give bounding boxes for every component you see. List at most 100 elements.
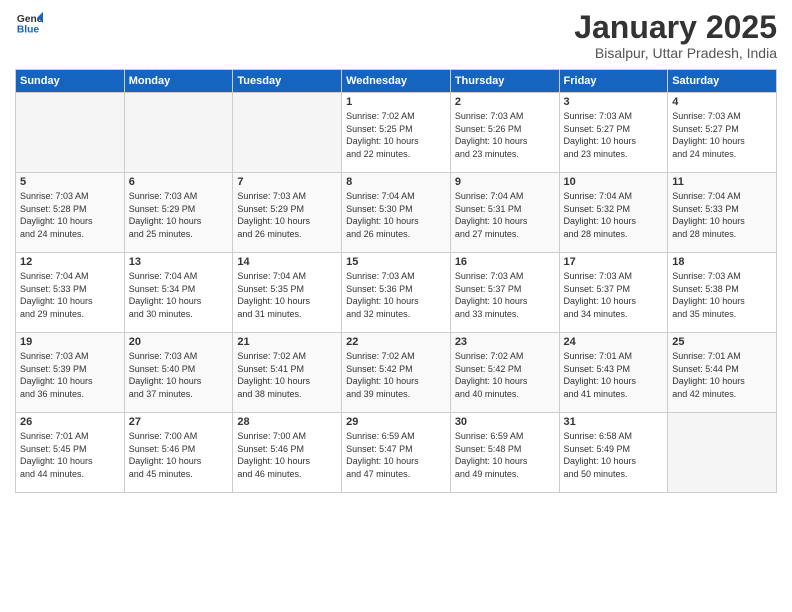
day-number: 21	[237, 336, 337, 348]
day-number: 16	[455, 256, 555, 268]
day-number: 26	[20, 416, 120, 428]
day-number: 30	[455, 416, 555, 428]
table-row: 5Sunrise: 7:03 AM Sunset: 5:28 PM Daylig…	[16, 173, 125, 253]
col-tuesday: Tuesday	[233, 70, 342, 93]
calendar-week-row: 26 Sunrise: 7:01 AM Sunset: 5:45 PM Dayli…	[16, 413, 777, 493]
day-info: Sunrise: 7:03 AM Sunset: 5:38 PM Dayligh…	[672, 270, 772, 320]
day-info: Sunrise: 6:59 AM Sunset: 5:47 PM Dayligh…	[346, 430, 446, 480]
table-row: 27Sunrise: 7:00 AM Sunset: 5:46 PM Dayli…	[124, 413, 233, 493]
day-info: Sunrise: 7:04 AM Sunset: 5:31 PM Dayligh…	[455, 190, 555, 240]
day-info: Sunrise: 7:03 AM Sunset: 5:29 PM Dayligh…	[237, 190, 337, 240]
table-row	[16, 93, 125, 173]
day-number: 9	[455, 176, 555, 188]
table-row	[124, 93, 233, 173]
col-wednesday: Wednesday	[342, 70, 451, 93]
table-row: 19 Sunrise: 7:03 AM Sunset: 5:39 PM Dayli…	[16, 333, 125, 413]
day-info: Sunrise: 7:01 AM Sunset: 5:45 PM Dayligh…	[20, 430, 120, 480]
table-row: 3Sunrise: 7:03 AM Sunset: 5:27 PM Daylig…	[559, 93, 668, 173]
calendar-week-row: 5Sunrise: 7:03 AM Sunset: 5:28 PM Daylig…	[16, 173, 777, 253]
table-row: 21 Sunrise: 7:02 AM Sunset: 5:41 PM Dayli…	[233, 333, 342, 413]
day-number: 8	[346, 176, 446, 188]
table-row: 13 Sunrise: 7:04 AM Sunset: 5:34 PM Dayli…	[124, 253, 233, 333]
day-info: Sunrise: 7:03 AM Sunset: 5:37 PM Dayligh…	[564, 270, 664, 320]
table-row: 26 Sunrise: 7:01 AM Sunset: 5:45 PM Dayli…	[16, 413, 125, 493]
day-info: Sunrise: 7:02 AM Sunset: 5:41 PM Dayligh…	[237, 350, 337, 400]
day-number: 28	[237, 416, 337, 428]
day-info: Sunrise: 7:02 AM Sunset: 5:25 PM Dayligh…	[346, 110, 446, 160]
day-info: Sunrise: 6:59 AM Sunset: 5:48 PM Dayligh…	[455, 430, 555, 480]
day-number: 12	[20, 256, 120, 268]
day-info: Sunrise: 7:00 AM Sunset: 5:46 PM Dayligh…	[237, 430, 337, 480]
day-info: Sunrise: 7:03 AM Sunset: 5:37 PM Dayligh…	[455, 270, 555, 320]
day-info: Sunrise: 7:03 AM Sunset: 5:39 PM Dayligh…	[20, 350, 120, 400]
calendar-container: General Blue January 2025 Bisalpur, Utta…	[0, 0, 792, 612]
day-info: Sunrise: 7:04 AM Sunset: 5:30 PM Dayligh…	[346, 190, 446, 240]
day-number: 20	[129, 336, 229, 348]
col-thursday: Thursday	[450, 70, 559, 93]
day-info: Sunrise: 7:01 AM Sunset: 5:43 PM Dayligh…	[564, 350, 664, 400]
logo: General Blue	[15, 10, 43, 38]
col-saturday: Saturday	[668, 70, 777, 93]
table-row	[668, 413, 777, 493]
day-number: 4	[672, 96, 772, 108]
table-row: 17 Sunrise: 7:03 AM Sunset: 5:37 PM Dayli…	[559, 253, 668, 333]
table-row: 30 Sunrise: 6:59 AM Sunset: 5:48 PM Dayli…	[450, 413, 559, 493]
col-sunday: Sunday	[16, 70, 125, 93]
day-number: 2	[455, 96, 555, 108]
table-row	[233, 93, 342, 173]
day-number: 17	[564, 256, 664, 268]
table-row: 10 Sunrise: 7:04 AM Sunset: 5:32 PM Dayli…	[559, 173, 668, 253]
col-friday: Friday	[559, 70, 668, 93]
table-row: 29 Sunrise: 6:59 AM Sunset: 5:47 PM Dayli…	[342, 413, 451, 493]
day-info: Sunrise: 7:04 AM Sunset: 5:33 PM Dayligh…	[672, 190, 772, 240]
day-number: 13	[129, 256, 229, 268]
table-row: 31Sunrise: 6:58 AM Sunset: 5:49 PM Dayli…	[559, 413, 668, 493]
day-number: 18	[672, 256, 772, 268]
table-row: 4Sunrise: 7:03 AM Sunset: 5:27 PM Daylig…	[668, 93, 777, 173]
day-number: 29	[346, 416, 446, 428]
header: General Blue January 2025 Bisalpur, Utta…	[15, 10, 777, 61]
table-row: 1Sunrise: 7:02 AM Sunset: 5:25 PM Daylig…	[342, 93, 451, 173]
day-number: 7	[237, 176, 337, 188]
day-number: 19	[20, 336, 120, 348]
calendar-header-row: Sunday Monday Tuesday Wednesday Thursday…	[16, 70, 777, 93]
logo-icon: General Blue	[15, 10, 43, 38]
day-number: 11	[672, 176, 772, 188]
day-number: 10	[564, 176, 664, 188]
table-row: 6 Sunrise: 7:03 AM Sunset: 5:29 PM Daylig…	[124, 173, 233, 253]
title-section: January 2025 Bisalpur, Uttar Pradesh, In…	[574, 10, 777, 61]
table-row: 24 Sunrise: 7:01 AM Sunset: 5:43 PM Dayli…	[559, 333, 668, 413]
day-info: Sunrise: 7:04 AM Sunset: 5:32 PM Dayligh…	[564, 190, 664, 240]
calendar-week-row: 1Sunrise: 7:02 AM Sunset: 5:25 PM Daylig…	[16, 93, 777, 173]
day-info: Sunrise: 7:03 AM Sunset: 5:29 PM Dayligh…	[129, 190, 229, 240]
day-info: Sunrise: 7:02 AM Sunset: 5:42 PM Dayligh…	[346, 350, 446, 400]
table-row: 22Sunrise: 7:02 AM Sunset: 5:42 PM Dayli…	[342, 333, 451, 413]
day-number: 23	[455, 336, 555, 348]
calendar-week-row: 19 Sunrise: 7:03 AM Sunset: 5:39 PM Dayli…	[16, 333, 777, 413]
calendar-title: January 2025	[574, 10, 777, 45]
day-info: Sunrise: 7:04 AM Sunset: 5:35 PM Dayligh…	[237, 270, 337, 320]
day-number: 15	[346, 256, 446, 268]
day-number: 25	[672, 336, 772, 348]
table-row: 2Sunrise: 7:03 AM Sunset: 5:26 PM Daylig…	[450, 93, 559, 173]
day-number: 14	[237, 256, 337, 268]
day-info: Sunrise: 7:03 AM Sunset: 5:36 PM Dayligh…	[346, 270, 446, 320]
calendar-subtitle: Bisalpur, Uttar Pradesh, India	[574, 45, 777, 61]
table-row: 12 Sunrise: 7:04 AM Sunset: 5:33 PM Dayli…	[16, 253, 125, 333]
svg-text:Blue: Blue	[17, 24, 40, 35]
col-monday: Monday	[124, 70, 233, 93]
table-row: 15 Sunrise: 7:03 AM Sunset: 5:36 PM Dayli…	[342, 253, 451, 333]
table-row: 28 Sunrise: 7:00 AM Sunset: 5:46 PM Dayli…	[233, 413, 342, 493]
table-row: 7 Sunrise: 7:03 AM Sunset: 5:29 PM Daylig…	[233, 173, 342, 253]
day-number: 3	[564, 96, 664, 108]
day-info: Sunrise: 7:04 AM Sunset: 5:33 PM Dayligh…	[20, 270, 120, 320]
day-info: Sunrise: 6:58 AM Sunset: 5:49 PM Dayligh…	[564, 430, 664, 480]
day-info: Sunrise: 7:03 AM Sunset: 5:40 PM Dayligh…	[129, 350, 229, 400]
day-info: Sunrise: 7:04 AM Sunset: 5:34 PM Dayligh…	[129, 270, 229, 320]
table-row: 9 Sunrise: 7:04 AM Sunset: 5:31 PM Daylig…	[450, 173, 559, 253]
day-number: 6	[129, 176, 229, 188]
table-row: 14 Sunrise: 7:04 AM Sunset: 5:35 PM Dayli…	[233, 253, 342, 333]
day-number: 24	[564, 336, 664, 348]
table-row: 11 Sunrise: 7:04 AM Sunset: 5:33 PM Dayli…	[668, 173, 777, 253]
table-row: 23Sunrise: 7:02 AM Sunset: 5:42 PM Dayli…	[450, 333, 559, 413]
